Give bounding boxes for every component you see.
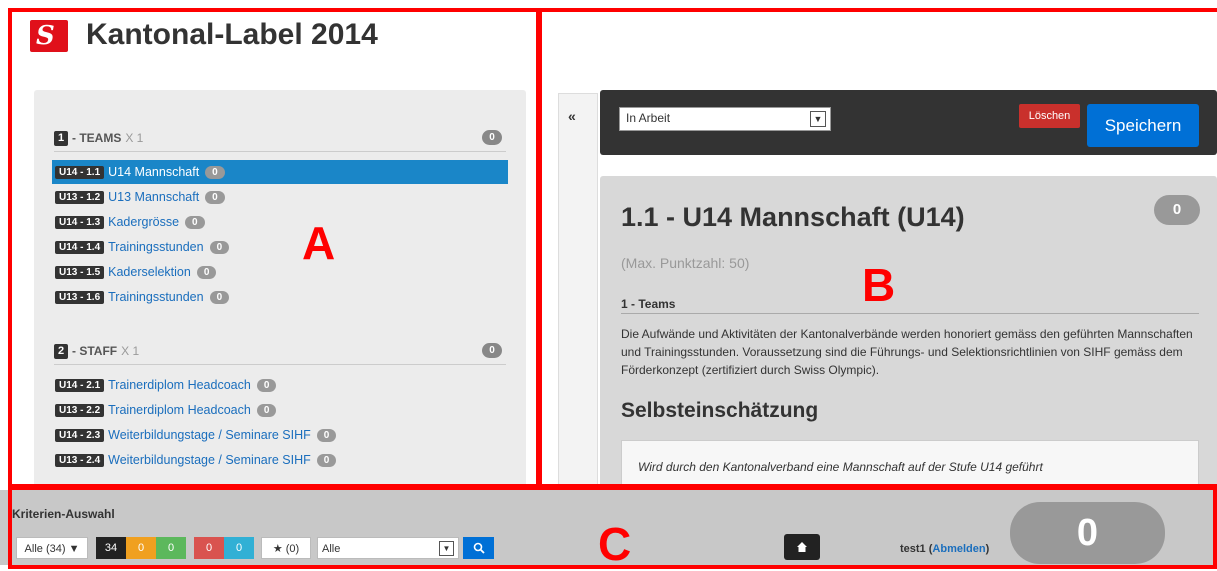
annotation-label-a: A	[302, 217, 336, 269]
annotation-box-a	[8, 8, 542, 490]
annotation-label-b: B	[862, 259, 896, 311]
annotation-label-c: C	[598, 518, 632, 570]
annotation-box-b	[536, 8, 1217, 490]
